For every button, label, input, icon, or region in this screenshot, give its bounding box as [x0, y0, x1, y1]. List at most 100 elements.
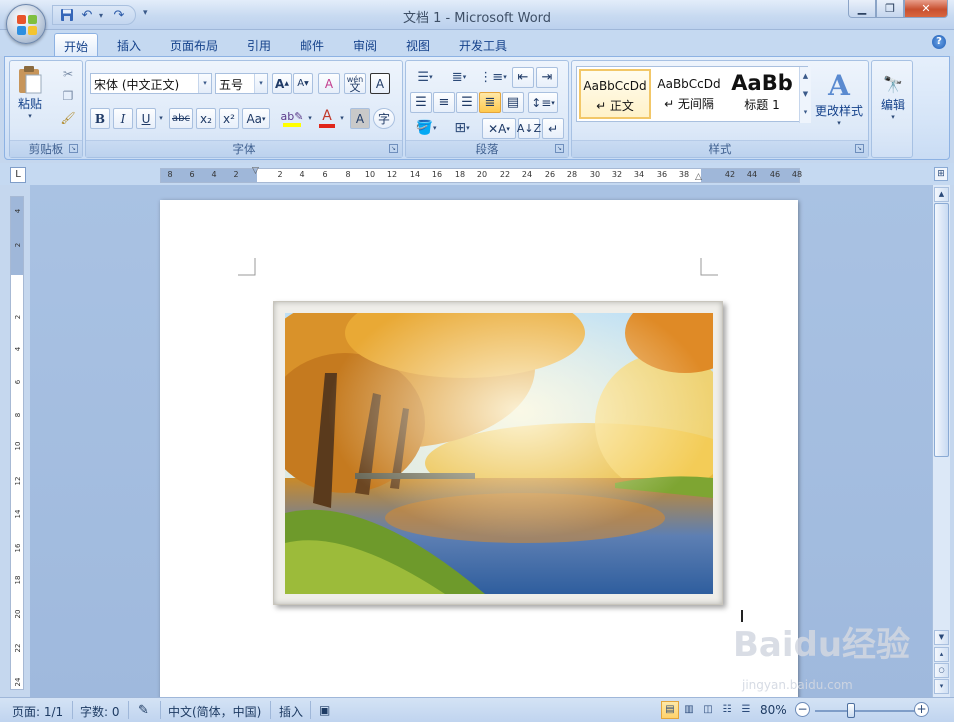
tab-insert[interactable]: 插入 — [108, 33, 150, 56]
framed-picture[interactable] — [273, 301, 723, 605]
character-shading-button[interactable]: A — [350, 108, 370, 129]
superscript-button[interactable]: x² — [219, 108, 239, 129]
underline-dropdown-icon[interactable]: ▾ — [156, 108, 166, 128]
borders-icon[interactable]: ⊞ ▾ — [446, 118, 478, 138]
cut-icon[interactable]: ✂ — [58, 65, 78, 83]
copy-icon[interactable]: ❐ — [58, 87, 78, 105]
change-styles-button[interactable]: A 更改样式 ▾ — [812, 63, 866, 133]
insert-mode[interactable]: 插入 — [279, 703, 303, 720]
bullets-icon[interactable]: ☰ ▾ — [410, 67, 440, 87]
language-indicator[interactable]: 中文(简体，中国) — [168, 703, 261, 720]
right-indent-marker[interactable]: △ — [695, 172, 702, 182]
web-layout-icon[interactable]: ◫ — [699, 701, 717, 719]
paste-button[interactable]: 粘贴 ▾ — [12, 63, 48, 121]
macro-record-icon[interactable]: ▣ — [319, 703, 330, 717]
style-no-spacing[interactable]: AaBbCcDd ↵ 无间隔 — [653, 69, 725, 119]
character-border-button[interactable]: A — [370, 73, 390, 94]
highlight-dropdown-icon[interactable]: ▾ — [306, 108, 314, 128]
format-painter-icon[interactable]: 🖌 — [58, 109, 78, 127]
line-spacing-icon[interactable]: ↕≡ ▾ — [528, 92, 558, 113]
clear-formatting-button[interactable]: A — [318, 73, 340, 94]
align-left-icon[interactable]: ☰ — [410, 92, 432, 113]
proofing-icon[interactable]: ✎ — [138, 703, 149, 718]
tab-references[interactable]: 引用 — [238, 33, 280, 56]
vertical-scrollbar[interactable]: ▲ ▼ ▴ ○ ▾ — [932, 185, 950, 697]
minimize-button[interactable]: ▁ — [848, 0, 876, 18]
shrink-font-button[interactable]: A ▼ — [293, 73, 313, 94]
full-screen-reading-icon[interactable]: ▥ — [680, 701, 698, 719]
zoom-slider-thumb[interactable] — [847, 703, 855, 718]
styles-launcher-icon[interactable]: ↘ — [855, 144, 864, 153]
page-count[interactable]: 页面: 1/1 — [12, 703, 63, 720]
font-size-dropdown-icon[interactable]: ▾ — [254, 74, 267, 93]
tab-selector[interactable]: L — [10, 167, 26, 183]
phonetic-guide-button[interactable]: wén 文 — [344, 73, 366, 94]
clipboard-launcher-icon[interactable]: ↘ — [69, 144, 78, 153]
font-size-combo[interactable]: 五号 ▾ — [215, 73, 268, 94]
font-launcher-icon[interactable]: ↘ — [389, 144, 398, 153]
styles-gallery-scroll[interactable]: ▲ ▼ ▾ — [799, 67, 811, 123]
sort-icon[interactable]: A↓Z — [517, 118, 541, 139]
zoom-level[interactable]: 80% — [760, 703, 787, 717]
distributed-icon[interactable]: ▤ — [502, 92, 524, 113]
vertical-ruler[interactable]: 4 2 2 4 6 8 10 12 14 16 18 20 22 24 — [10, 196, 24, 690]
first-line-indent-marker[interactable]: ▽ — [252, 166, 259, 176]
draft-icon[interactable]: ☰ — [737, 701, 755, 719]
office-button[interactable] — [6, 4, 46, 44]
font-color-dropdown-icon[interactable]: ▾ — [338, 108, 346, 128]
numbering-icon[interactable]: ≣ ▾ — [444, 67, 474, 87]
scroll-up-icon[interactable]: ▲ — [934, 187, 949, 202]
zoom-in-icon[interactable]: + — [914, 702, 929, 717]
tab-view[interactable]: 视图 — [397, 33, 439, 56]
style-heading-1[interactable]: AaBb 标题 1 — [727, 69, 797, 119]
font-name-dropdown-icon[interactable]: ▾ — [198, 74, 211, 93]
word-count[interactable]: 字数: 0 — [80, 703, 120, 720]
tab-home[interactable]: 开始 — [54, 33, 99, 56]
styles-down-icon[interactable]: ▼ — [800, 85, 811, 103]
outline-icon[interactable]: ☷ — [718, 701, 736, 719]
style-normal[interactable]: AaBbCcDd ↵ 正文 — [579, 69, 651, 119]
styles-up-icon[interactable]: ▲ — [800, 67, 811, 85]
close-button[interactable]: ✕ — [904, 0, 948, 18]
subscript-button[interactable]: x₂ — [196, 108, 216, 129]
show-marks-icon[interactable]: ↵ — [542, 118, 564, 139]
select-browse-object-icon[interactable]: ○ — [934, 663, 949, 678]
zoom-slider[interactable] — [815, 710, 915, 712]
scroll-down-icon[interactable]: ▼ — [934, 630, 949, 645]
restore-button[interactable]: ❐ — [876, 0, 904, 18]
highlight-button[interactable]: ab✎ — [278, 106, 306, 130]
chinese-layout-icon[interactable]: ✕A ▾ — [482, 118, 516, 139]
justify-icon[interactable]: ≣ — [479, 92, 501, 113]
tab-mailings[interactable]: 邮件 — [291, 33, 333, 56]
scrollbar-thumb[interactable] — [934, 203, 949, 457]
underline-button[interactable]: U — [136, 108, 156, 129]
horizontal-ruler[interactable]: ▽ △ 8 6 4 2 2 4 6 8 10 12 14 16 18 20 22 24 26 28 30 32 34 36… — [160, 166, 802, 183]
help-icon[interactable]: ? — [932, 35, 946, 49]
align-center-icon[interactable]: ≡ — [433, 92, 455, 113]
previous-page-icon[interactable]: ▴ — [934, 647, 949, 662]
tab-developer[interactable]: 开发工具 — [450, 33, 516, 56]
zoom-out-icon[interactable]: − — [795, 702, 810, 717]
enclose-characters-button[interactable]: 字 — [373, 108, 395, 129]
grow-font-button[interactable]: A ▲ — [272, 73, 292, 94]
shading-icon[interactable]: 🪣 ▾ — [410, 118, 442, 138]
tab-review[interactable]: 审阅 — [344, 33, 386, 56]
font-color-button[interactable]: A — [316, 106, 338, 130]
bold-button[interactable]: B — [90, 108, 110, 129]
multilevel-list-icon[interactable]: ⋮≡ ▾ — [478, 67, 508, 87]
print-layout-icon[interactable]: ▤ — [661, 701, 679, 719]
font-name-combo[interactable]: 宋体 (中文正文) ▾ — [90, 73, 212, 94]
styles-more-icon[interactable]: ▾ — [800, 103, 811, 121]
align-right-icon[interactable]: ☰ — [456, 92, 478, 113]
change-case-button[interactable]: Aa ▾ — [242, 108, 270, 129]
editing-button[interactable]: 🔭 编辑 ▾ — [874, 63, 912, 133]
document-page[interactable] — [160, 200, 798, 697]
tab-page-layout[interactable]: 页面布局 — [161, 33, 227, 56]
ruler-toggle-icon[interactable]: ⊞ — [934, 167, 948, 181]
increase-indent-icon[interactable]: ⇥ — [536, 67, 558, 88]
paragraph-launcher-icon[interactable]: ↘ — [555, 144, 564, 153]
decrease-indent-icon[interactable]: ⇤ — [512, 67, 534, 88]
italic-button[interactable]: I — [113, 108, 133, 129]
strikethrough-button[interactable]: abc — [169, 108, 193, 129]
next-page-icon[interactable]: ▾ — [934, 679, 949, 694]
